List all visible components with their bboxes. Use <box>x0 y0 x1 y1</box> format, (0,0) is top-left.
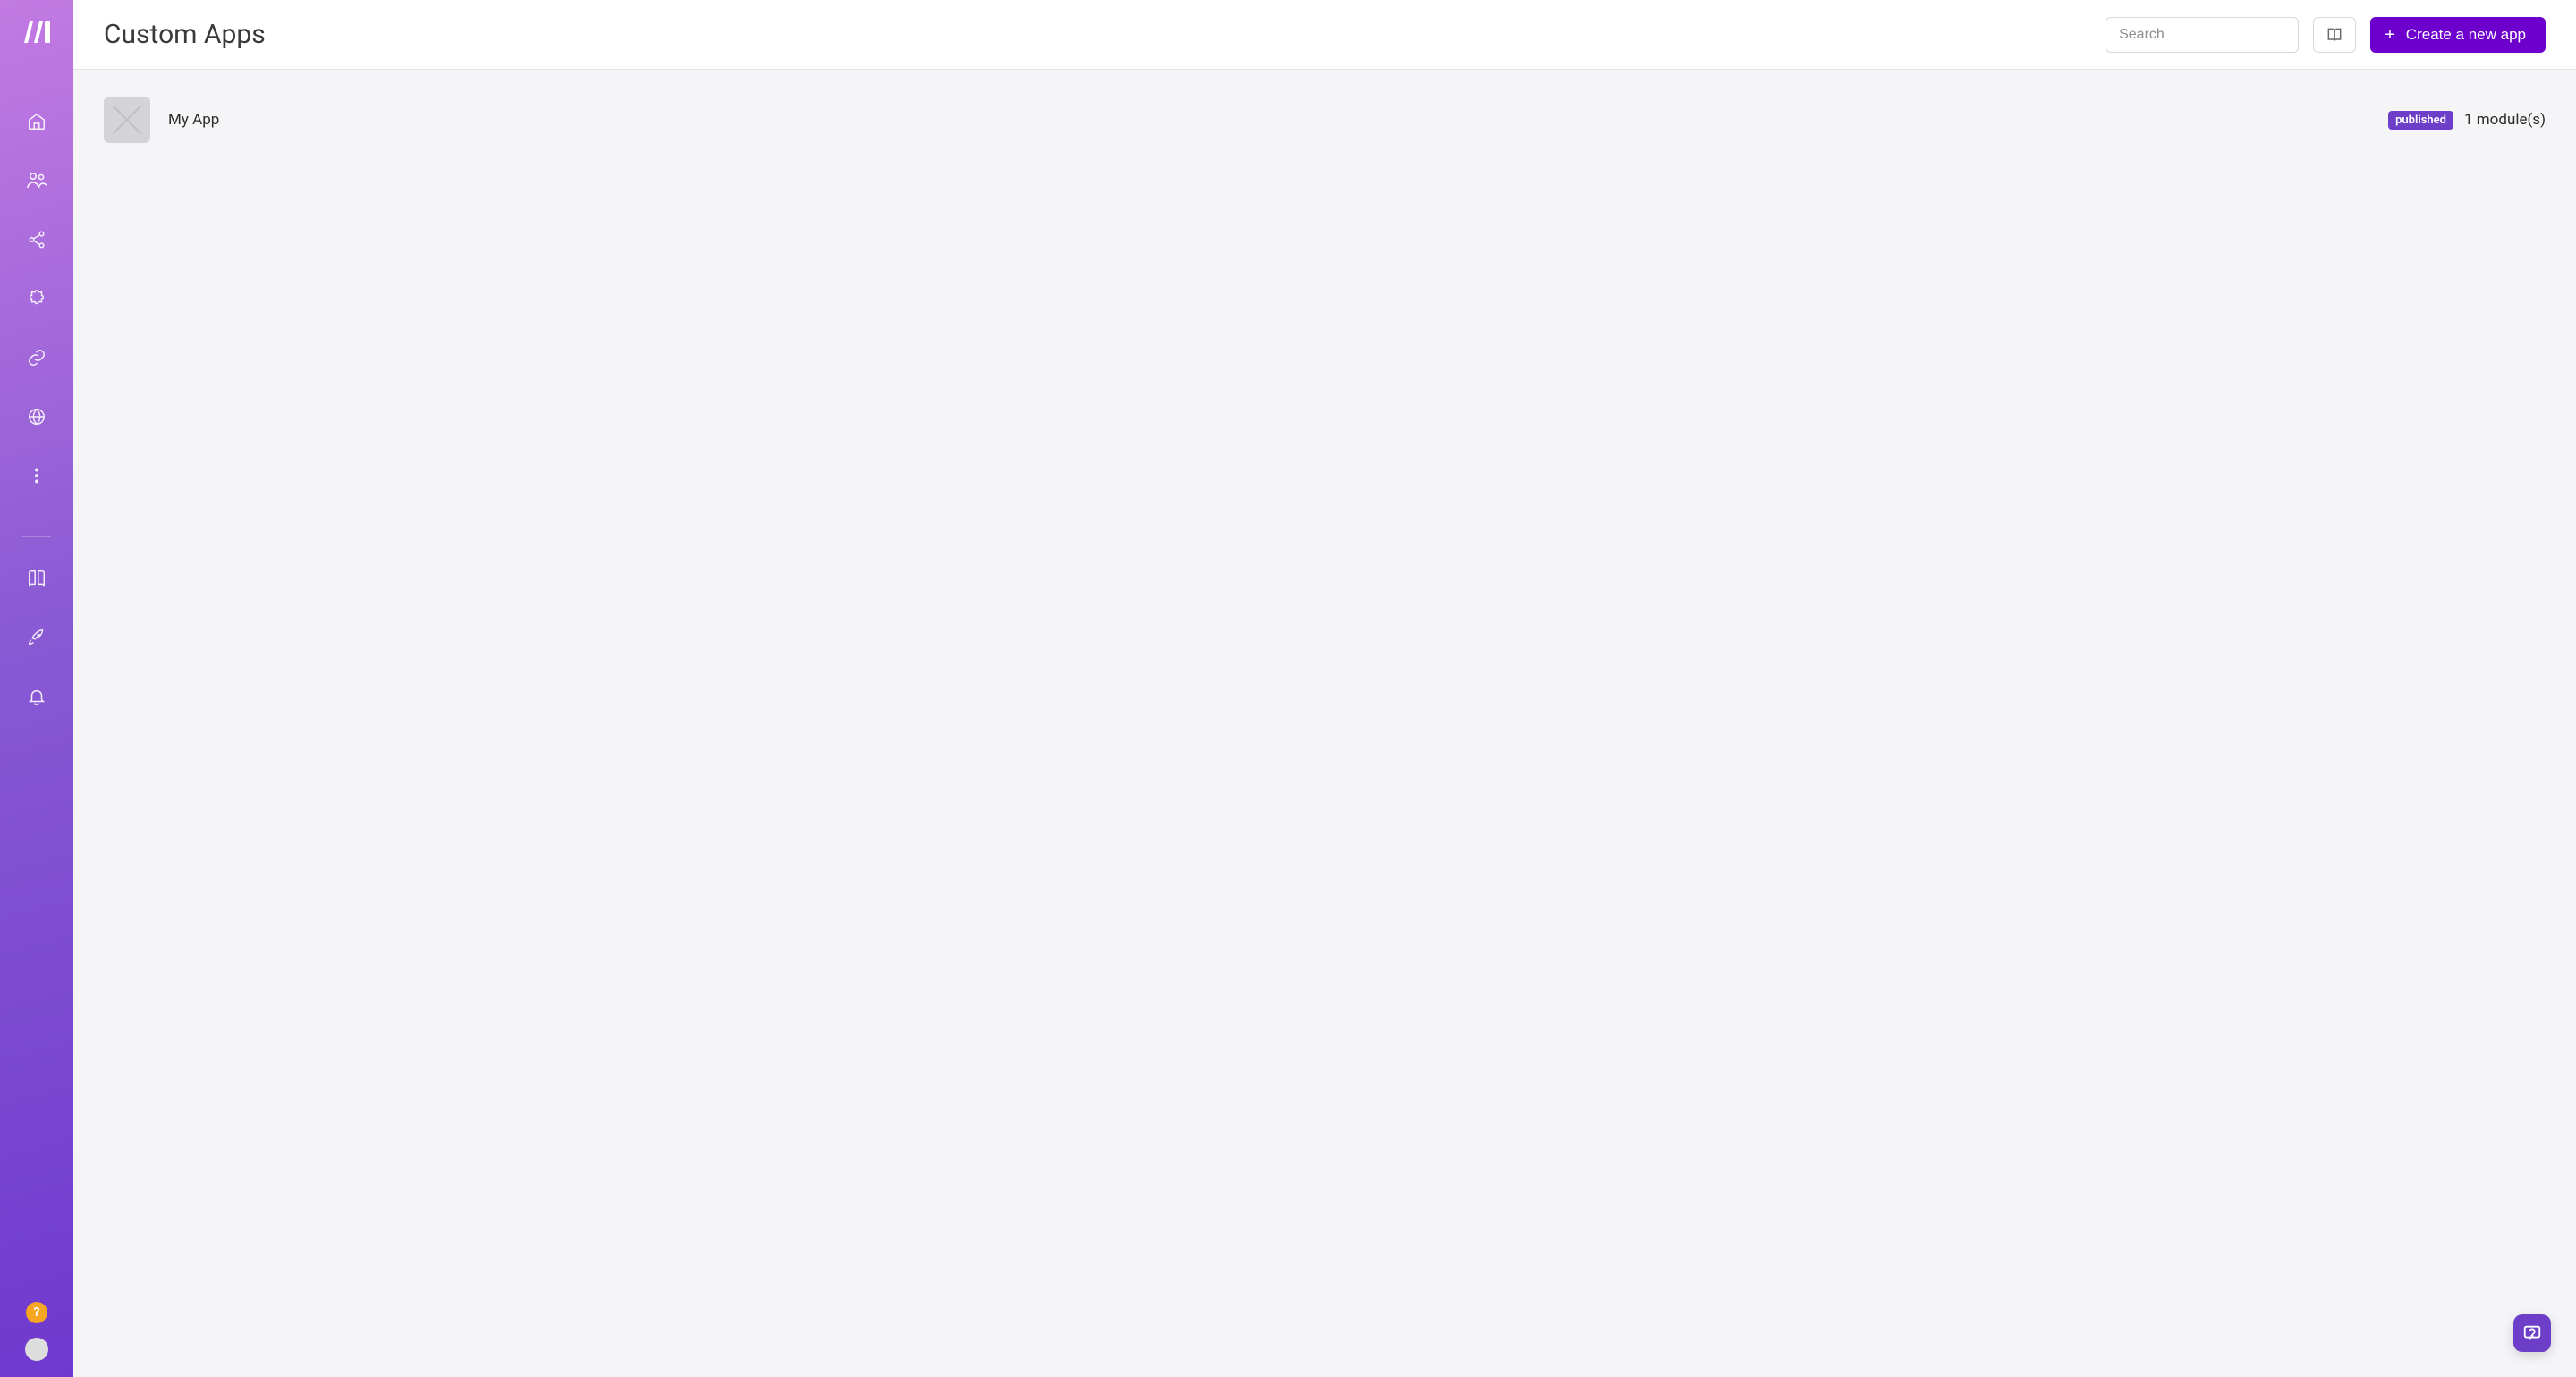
sidebar-bottom: ? <box>25 1302 48 1377</box>
topbar: Custom Apps + Create a new app <box>73 0 2576 70</box>
sidebar-nav-primary <box>17 102 56 495</box>
sidebar-item-more[interactable] <box>17 456 56 495</box>
sidebar-item-notify[interactable] <box>17 677 56 716</box>
sidebar-item-web[interactable] <box>17 397 56 436</box>
sidebar-item-apps[interactable] <box>17 279 56 318</box>
make-logo[interactable] <box>21 16 53 48</box>
app-thumbnail-placeholder <box>104 97 150 143</box>
floating-help-button[interactable] <box>2513 1314 2551 1352</box>
bell-icon <box>27 687 47 706</box>
sidebar-item-launch[interactable] <box>17 618 56 657</box>
sidebar-item-team[interactable] <box>17 161 56 200</box>
app-name: My App <box>168 111 219 129</box>
globe-icon <box>27 407 47 427</box>
sidebar-nav-secondary <box>17 559 56 716</box>
docs-button[interactable] <box>2313 17 2356 53</box>
sidebar-item-docs[interactable] <box>17 559 56 598</box>
home-icon <box>27 112 47 131</box>
sidebar-separator <box>22 536 51 537</box>
main: Custom Apps + Create a new app My App pu… <box>73 0 2576 1377</box>
app-row[interactable]: My App published 1 module(s) <box>104 93 2546 147</box>
user-avatar[interactable] <box>25 1338 48 1361</box>
users-icon <box>26 171 47 190</box>
module-count: 1 module(s) <box>2464 111 2546 129</box>
more-vertical-icon <box>27 466 47 486</box>
create-app-button-label: Create a new app <box>2406 26 2526 44</box>
sidebar-item-links[interactable] <box>17 338 56 377</box>
content: My App published 1 module(s) <box>73 70 2576 1377</box>
book-icon <box>27 569 47 588</box>
page-title: Custom Apps <box>104 19 266 50</box>
help-chat-icon <box>2522 1323 2542 1343</box>
sidebar: ? <box>0 0 73 1377</box>
sidebar-item-home[interactable] <box>17 102 56 141</box>
link-icon <box>27 348 47 367</box>
rocket-icon <box>27 628 47 647</box>
plus-icon: + <box>2385 26 2395 44</box>
share-icon <box>27 230 47 249</box>
search-input[interactable] <box>2106 17 2299 53</box>
puzzle-icon <box>27 289 47 308</box>
create-app-button[interactable]: + Create a new app <box>2370 17 2546 53</box>
book-open-icon <box>2326 26 2343 44</box>
status-badge: published <box>2388 111 2453 130</box>
sidebar-item-share[interactable] <box>17 220 56 259</box>
help-button[interactable]: ? <box>26 1302 47 1323</box>
